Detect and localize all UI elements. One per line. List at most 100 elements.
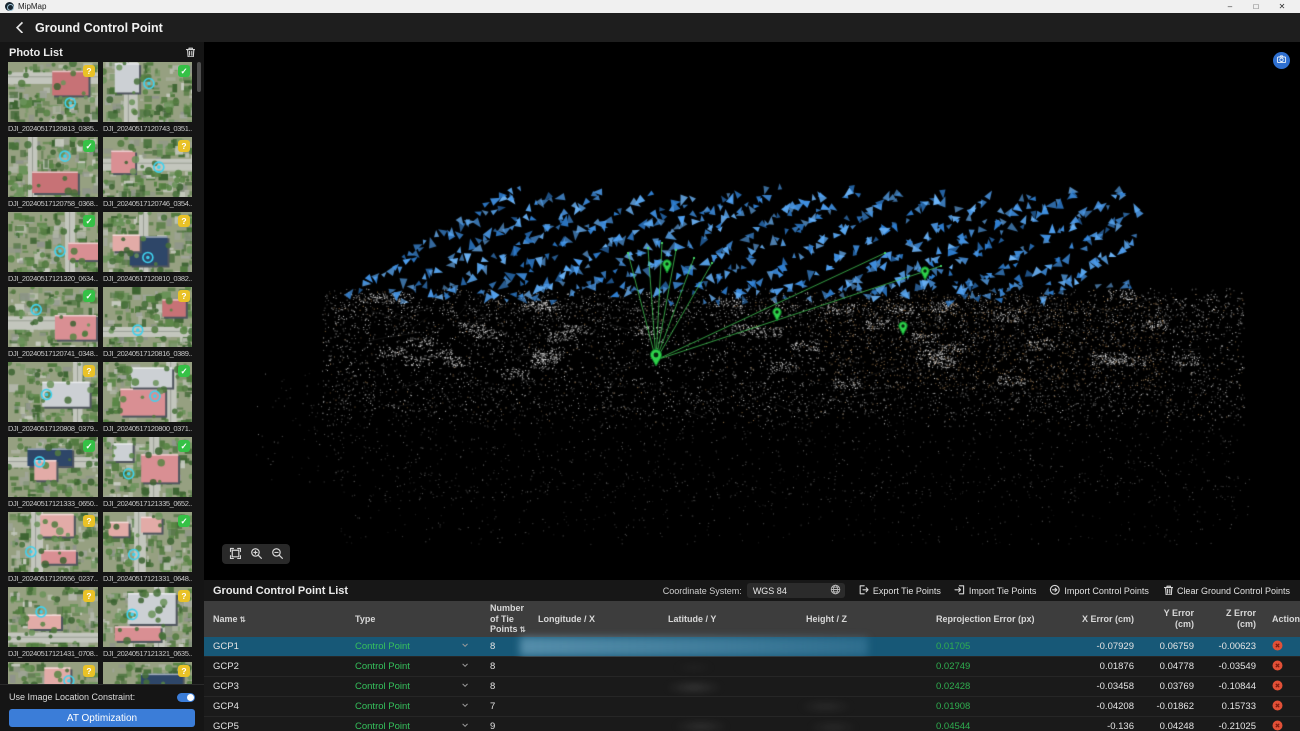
photo-item[interactable]: ? DJI_20240517120808_0379... — [8, 362, 98, 437]
photo-item[interactable]: ✓ DJI_20240517121335_0652... — [103, 437, 192, 512]
page-header: Ground Control Point — [0, 13, 1300, 42]
check-badge-icon: ✓ — [83, 140, 95, 152]
gcp-tie-point-count: 9 — [484, 721, 532, 731]
coordinate-system-field[interactable]: WGS 84 — [747, 583, 845, 598]
import-circle-icon — [1049, 584, 1060, 597]
gcp-type-select[interactable]: Control Point — [344, 681, 484, 693]
question-badge-icon: ? — [83, 365, 95, 377]
import-control-points-button[interactable]: Import Control Points — [1049, 584, 1149, 597]
delete-gcp-button[interactable] — [1272, 679, 1283, 694]
gcp-row-GCP2[interactable]: GCP2 Control Point 8 0.02749 0.01876 0.0… — [204, 657, 1300, 677]
photo-thumbnail[interactable]: ? — [8, 362, 98, 422]
photo-item[interactable]: ? — [8, 662, 98, 684]
window-controls: – □ ✕ — [1217, 0, 1295, 13]
gcp-tie-point-count: 8 — [484, 641, 532, 652]
import-tie-points-button[interactable]: Import Tie Points — [954, 584, 1037, 597]
gcp-row-GCP3[interactable]: GCP3 Control Point 8 0.02428 -0.03458 0.… — [204, 677, 1300, 697]
photo-thumbnail[interactable]: ? — [103, 137, 192, 197]
chevron-down-icon — [461, 641, 470, 653]
column-header-height-z: Height / Z — [800, 614, 930, 625]
page-title: Ground Control Point — [35, 21, 163, 35]
photo-thumbnail[interactable]: ✓ — [103, 62, 192, 122]
point-cloud-canvas[interactable] — [204, 42, 1300, 580]
gcp-type-select[interactable]: Control Point — [344, 661, 484, 673]
photo-item[interactable]: ✓ DJI_20240517121331_0648... — [103, 512, 192, 587]
photo-filename: DJI_20240517120808_0379... — [8, 424, 98, 433]
photo-item[interactable]: ✓ DJI_20240517120741_0348... — [8, 287, 98, 362]
delete-gcp-button[interactable] — [1272, 639, 1283, 654]
clear-ground-control-points-button[interactable]: Clear Ground Control Points — [1162, 584, 1290, 597]
export-tie-points-button[interactable]: Export Tie Points — [858, 584, 941, 597]
gcp-row-GCP4[interactable]: GCP4 Control Point 7 0.01908 -0.04208 -0… — [204, 697, 1300, 717]
at-optimization-button[interactable]: AT Optimization — [9, 709, 195, 727]
delete-gcp-button[interactable] — [1272, 659, 1283, 674]
gcp-row-GCP1[interactable]: GCP1 Control Point 8 0.01705 -0.07929 0.… — [204, 637, 1300, 657]
main-area: Ground Control Point List Coordinate Sys… — [204, 42, 1300, 731]
photo-item[interactable]: ✓ DJI_20240517121333_0650... — [8, 437, 98, 512]
minimize-button[interactable]: – — [1217, 0, 1243, 13]
photo-item[interactable]: ? — [103, 662, 192, 684]
photo-item[interactable]: ✓ DJI_20240517121320_0634... — [8, 212, 98, 287]
screenshot-button[interactable] — [1273, 52, 1290, 69]
gcp-z-error: -0.10844 — [1202, 681, 1264, 692]
photo-thumbnail[interactable]: ✓ — [103, 362, 192, 422]
photo-filename: DJI_20240517121333_0650... — [8, 499, 98, 508]
photo-thumbnail[interactable]: ? — [103, 287, 192, 347]
photo-item[interactable]: ? DJI_20240517121321_0635... — [103, 587, 192, 662]
photo-thumbnail[interactable]: ? — [103, 212, 192, 272]
photo-thumbnail[interactable]: ✓ — [8, 137, 98, 197]
column-header-number-of-tie-points[interactable]: Number of Tie Points⇅ — [484, 603, 532, 635]
photo-item[interactable]: ? DJI_20240517120746_0354... — [103, 137, 192, 212]
sort-icon: ⇅ — [520, 625, 526, 634]
scrollbar-thumb[interactable] — [197, 62, 201, 92]
photo-thumbnail[interactable]: ? — [8, 62, 98, 122]
remove-circle-icon — [1272, 719, 1283, 731]
delete-photos-button[interactable] — [184, 45, 195, 60]
photo-item[interactable]: ✓ DJI_20240517120800_0371... — [103, 362, 192, 437]
photo-item[interactable]: ✓ DJI_20240517120743_0351... — [103, 62, 192, 137]
photo-thumbnail[interactable]: ? — [103, 662, 192, 684]
maximize-button[interactable]: □ — [1243, 0, 1269, 13]
zoom-in-button[interactable] — [248, 546, 264, 562]
image-location-constraint-toggle[interactable] — [177, 693, 195, 702]
gcp-x-error: -0.04208 — [1070, 701, 1142, 712]
gcp-type-select[interactable]: Control Point — [344, 721, 484, 731]
photo-item[interactable]: ? DJI_20240517120813_0385... — [8, 62, 98, 137]
gcp-name: GCP1 — [204, 641, 344, 652]
photo-filename: DJI_20240517120758_0368... — [8, 199, 98, 208]
gcp-x-error: -0.03458 — [1070, 681, 1142, 692]
column-header-y-error-cm-: Y Error (cm) — [1142, 608, 1202, 629]
photo-thumbnail[interactable]: ? — [8, 587, 98, 647]
photo-thumbnail[interactable]: ✓ — [103, 437, 192, 497]
sort-icon: ⇅ — [240, 615, 246, 624]
gcp-tie-point-count: 8 — [484, 681, 532, 692]
photo-thumbnail[interactable]: ✓ — [8, 437, 98, 497]
photo-item[interactable]: ✓ DJI_20240517120758_0368... — [8, 137, 98, 212]
delete-gcp-button[interactable] — [1272, 719, 1283, 731]
gcp-type-select[interactable]: Control Point — [344, 701, 484, 713]
close-button[interactable]: ✕ — [1269, 0, 1295, 13]
zoom-out-button[interactable] — [269, 546, 285, 562]
photo-thumbnail[interactable]: ? — [8, 662, 98, 684]
delete-gcp-button[interactable] — [1272, 699, 1283, 714]
point-cloud-viewport[interactable] — [204, 42, 1300, 580]
question-badge-icon: ? — [83, 515, 95, 527]
column-header-name[interactable]: Name⇅ — [204, 614, 344, 625]
question-badge-icon: ? — [83, 665, 95, 677]
photo-item[interactable]: ? DJI_20240517121431_0708... — [8, 587, 98, 662]
photo-item[interactable]: ? DJI_20240517120816_0389... — [103, 287, 192, 362]
photo-thumbnail[interactable]: ✓ — [8, 287, 98, 347]
gcp-panel-title: Ground Control Point List — [213, 585, 348, 597]
photo-thumbnail[interactable]: ✓ — [8, 212, 98, 272]
back-button[interactable] — [12, 21, 26, 35]
gcp-x-error: -0.07929 — [1070, 641, 1142, 652]
photo-thumbnail[interactable]: ? — [103, 587, 192, 647]
gcp-type-select[interactable]: Control Point — [344, 641, 484, 653]
photo-item[interactable]: ? DJI_20240517120810_0382... — [103, 212, 192, 287]
gcp-x-error: 0.01876 — [1070, 661, 1142, 672]
fit-view-button[interactable] — [227, 546, 243, 562]
photo-thumbnail[interactable]: ? — [8, 512, 98, 572]
photo-item[interactable]: ? DJI_20240517120556_0237... — [8, 512, 98, 587]
gcp-row-GCP5[interactable]: GCP5 Control Point 9 0.04544 -0.136 0.04… — [204, 717, 1300, 731]
photo-thumbnail[interactable]: ✓ — [103, 512, 192, 572]
